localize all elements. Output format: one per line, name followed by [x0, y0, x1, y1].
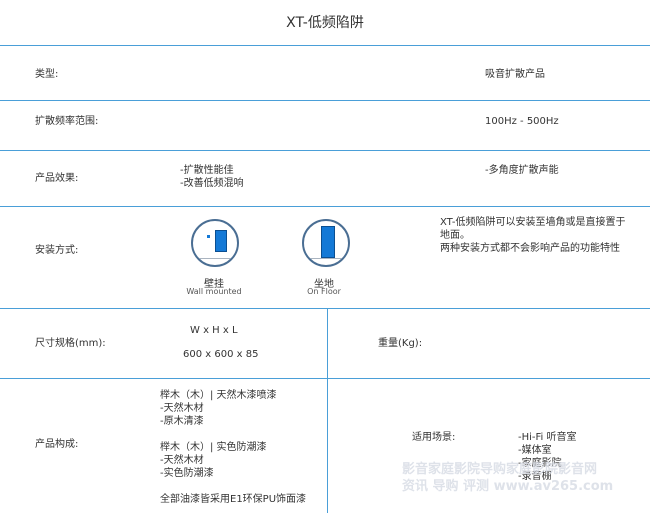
on-floor-icon: [302, 219, 350, 267]
install-desc: 两种安装方式都不会影响产品的功能特性: [440, 243, 620, 254]
divider: [0, 150, 650, 151]
range-value: 100Hz - 500Hz: [485, 116, 559, 127]
build-line: -原木清漆: [160, 416, 204, 427]
install-desc: 地面。: [440, 230, 470, 241]
range-label: 扩散频率范围:: [35, 116, 99, 127]
page-title: XT-低频陷阱: [286, 15, 364, 31]
effect-item: -改善低频混响: [180, 178, 244, 189]
scene-item: -媒体室: [518, 445, 552, 456]
scene-item: -Hi-Fi 听音室: [518, 432, 577, 443]
divider: [0, 206, 650, 207]
dims-value: 600 x 600 x 85: [183, 349, 259, 360]
wall-caption-en: Wall mounted: [186, 287, 242, 296]
column-divider: [327, 308, 328, 378]
build-line: -实色防潮漆: [160, 468, 214, 479]
divider: [0, 378, 650, 379]
install-label: 安装方式:: [35, 245, 79, 256]
install-desc: XT-低频陷阱可以安装至墙角或是直接置于: [440, 217, 626, 228]
effect-item: -扩散性能佳: [180, 165, 234, 176]
column-divider: [327, 378, 328, 513]
divider: [0, 308, 650, 309]
effect-label: 产品效果:: [35, 173, 79, 184]
divider: [0, 45, 650, 46]
weight-label: 重量(Kg):: [378, 338, 423, 349]
build-line: -天然木材: [160, 455, 204, 466]
type-value: 吸音扩散产品: [485, 69, 545, 80]
floor-caption-en: On Floor: [307, 287, 341, 296]
wall-mounted-icon: [191, 219, 239, 267]
build-line: 榉木（木）| 实色防潮漆: [160, 442, 267, 453]
build-line: 全部油漆皆采用E1环保PU饰面漆: [160, 494, 307, 505]
type-label: 类型:: [35, 69, 59, 80]
effect-right: -多角度扩散声能: [485, 165, 559, 176]
build-label: 产品构成:: [35, 439, 79, 450]
divider: [0, 100, 650, 101]
dims-label: W x H x L: [190, 325, 238, 336]
watermark: 资讯 导购 评测 www.av265.com: [402, 479, 614, 494]
build-line: -天然木材: [160, 403, 204, 414]
scene-label: 适用场景:: [412, 432, 456, 443]
build-line: 榉木（木）| 天然木漆喷漆: [160, 390, 277, 401]
size-label: 尺寸规格(mm):: [35, 338, 106, 349]
